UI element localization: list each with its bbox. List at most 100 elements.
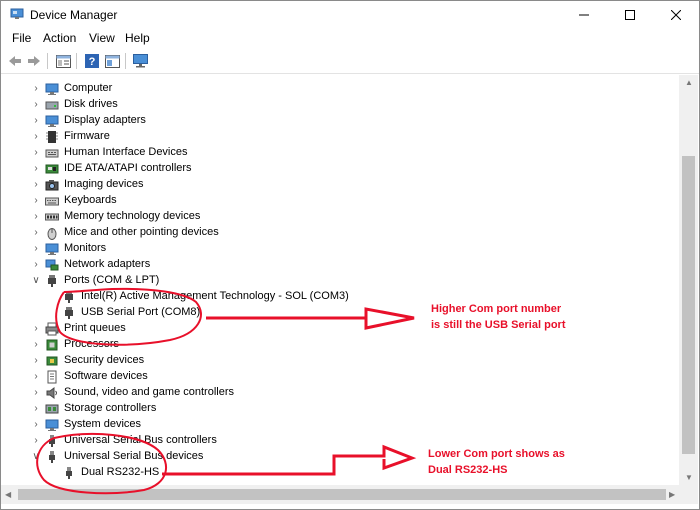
keyboard-icon <box>45 194 59 208</box>
tree-item-human-interface-devices[interactable]: › Human Interface Devices <box>1 145 677 161</box>
chevron-right-icon[interactable]: › <box>31 339 41 351</box>
tree-item-dual-rs232-hs[interactable]: Dual RS232-HS <box>1 465 677 481</box>
chevron-right-icon[interactable]: › <box>31 195 41 207</box>
chevron-right-icon[interactable]: › <box>31 371 41 383</box>
tree-item-label: Intel(R) Active Management Technology - … <box>81 290 349 302</box>
chevron-right-icon[interactable]: › <box>31 115 41 127</box>
sound-icon <box>45 386 59 400</box>
tree-item-display-adapters[interactable]: › Display adapters <box>1 113 677 129</box>
chevron-right-icon[interactable]: › <box>31 387 41 399</box>
tree-item-label: USB Serial Port (COM8) <box>81 306 201 318</box>
chevron-right-icon[interactable]: › <box>31 403 41 415</box>
scroll-left-icon[interactable]: ◀ <box>5 490 11 499</box>
tree-item-software-devices[interactable]: › Software devices <box>1 369 677 385</box>
processor-icon <box>45 338 59 352</box>
chevron-right-icon[interactable]: › <box>31 131 41 143</box>
chevron-right-icon[interactable]: › <box>31 435 41 447</box>
close-button[interactable] <box>653 1 699 28</box>
monitor-icon <box>45 242 59 256</box>
chevron-right-icon[interactable]: › <box>31 147 41 159</box>
tree-item-keyboards[interactable]: › Keyboards <box>1 193 677 209</box>
tree-item-ide-ata-atapi-controllers[interactable]: › IDE ATA/ATAPI controllers <box>1 161 677 177</box>
monitor-icon[interactable] <box>131 52 149 70</box>
tree-item-security-devices[interactable]: › Security devices <box>1 353 677 369</box>
properties-icon[interactable] <box>54 52 72 70</box>
chevron-down-icon[interactable]: ∨ <box>31 451 41 463</box>
tree-item-processors[interactable]: › Processors <box>1 337 677 353</box>
usb-icon <box>45 434 59 448</box>
scrollbar-corner <box>681 485 698 504</box>
tree-item-usb-serial-port-com8[interactable]: USB Serial Port (COM8) <box>1 305 677 321</box>
tree-item-imaging-devices[interactable]: › Imaging devices <box>1 177 677 193</box>
tree-item-sound-video-game-controllers[interactable]: › Sound, video and game controllers <box>1 385 677 401</box>
menu-help[interactable]: Help <box>125 31 150 45</box>
tree-item-firmware[interactable]: › Firmware <box>1 129 677 145</box>
back-icon[interactable] <box>6 52 24 70</box>
tree-item-monitors[interactable]: › Monitors <box>1 241 677 257</box>
tree-item-computer[interactable]: › Computer <box>1 81 677 97</box>
disk-drive-icon <box>45 98 59 112</box>
chevron-right-icon[interactable]: › <box>31 99 41 111</box>
window-title: Device Manager <box>30 8 118 22</box>
tree-item-mice-and-other-pointing-devices[interactable]: › Mice and other pointing devices <box>1 225 677 241</box>
tree-item-label: System devices <box>64 418 142 430</box>
vertical-scroll-thumb[interactable] <box>682 156 695 454</box>
device-manager-icon <box>10 8 24 20</box>
tree-item-network-adapters[interactable]: › Network adapters <box>1 257 677 273</box>
tree-item-intel-amt-sol-com3[interactable]: Intel(R) Active Management Technology - … <box>1 289 677 305</box>
tree-item-label: Ports (COM & LPT) <box>64 274 160 286</box>
title-bar[interactable]: Device Manager <box>1 1 699 28</box>
vertical-scrollbar[interactable]: ▲ ▼ <box>679 75 698 485</box>
usb-icon <box>45 450 59 464</box>
chevron-right-icon[interactable]: › <box>31 323 41 335</box>
tree-item-disk-drives[interactable]: › Disk drives <box>1 97 677 113</box>
tree-item-system-devices[interactable]: › System devices <box>1 417 677 433</box>
menu-action[interactable]: Action <box>43 31 76 45</box>
tree-item-usb-controllers[interactable]: › Universal Serial Bus controllers <box>1 433 677 449</box>
menu-file[interactable]: File <box>12 31 31 45</box>
chevron-down-icon[interactable]: ∨ <box>31 275 41 287</box>
console-tree-icon[interactable] <box>103 52 121 70</box>
computer-icon <box>45 82 59 96</box>
tree-item-label: Processors <box>64 338 120 350</box>
tree-item-label: Sound, video and game controllers <box>64 386 234 398</box>
maximize-button[interactable] <box>607 1 653 28</box>
tree-item-label: Memory technology devices <box>64 210 201 222</box>
chevron-right-icon[interactable]: › <box>31 243 41 255</box>
scroll-right-icon[interactable]: ▶ <box>669 490 675 499</box>
chevron-right-icon[interactable]: › <box>31 179 41 191</box>
tree-item-label: IDE ATA/ATAPI controllers <box>64 162 192 174</box>
chevron-right-icon[interactable]: › <box>31 227 41 239</box>
tree-item-usb-devices[interactable]: ∨ Universal Serial Bus devices <box>1 449 677 465</box>
scroll-down-icon[interactable]: ▼ <box>685 473 693 482</box>
chevron-right-icon[interactable]: › <box>31 211 41 223</box>
scroll-up-icon[interactable]: ▲ <box>685 78 693 87</box>
chevron-right-icon[interactable]: › <box>31 419 41 431</box>
tree-item-ports-com-lpt[interactable]: ∨ Ports (COM & LPT) <box>1 273 677 289</box>
toolbar: ? <box>1 49 699 74</box>
tree-item-label: Security devices <box>64 354 145 366</box>
horizontal-scrollbar[interactable]: ◀ ▶ <box>1 485 681 504</box>
chevron-right-icon[interactable]: › <box>31 163 41 175</box>
tree-item-label: Storage controllers <box>64 402 157 414</box>
chevron-right-icon[interactable]: › <box>31 355 41 367</box>
tree-item-print-queues[interactable]: › Print queues <box>1 321 677 337</box>
chevron-right-icon[interactable]: › <box>31 259 41 271</box>
tree-item-label: Universal Serial Bus controllers <box>64 434 217 446</box>
menu-view[interactable]: View <box>89 31 115 45</box>
tree-item-label: Keyboards <box>64 194 117 206</box>
tree-item-label: Dual RS232-HS <box>81 466 160 478</box>
tree-item-label: Universal Serial Bus devices <box>64 450 204 462</box>
horizontal-scroll-thumb[interactable] <box>18 489 666 500</box>
tree-item-label: Imaging devices <box>64 178 144 190</box>
ide-controller-icon <box>45 162 59 176</box>
tree-item-storage-controllers[interactable]: › Storage controllers <box>1 401 677 417</box>
minimize-button[interactable] <box>561 1 607 28</box>
tree-item-label: Display adapters <box>64 114 146 126</box>
system-icon <box>45 418 59 432</box>
help-icon[interactable]: ? <box>83 52 101 70</box>
chevron-right-icon[interactable]: › <box>31 83 41 95</box>
memory-icon <box>45 210 59 224</box>
tree-item-memory-technology-devices[interactable]: › Memory technology devices <box>1 209 677 225</box>
forward-icon[interactable] <box>25 52 43 70</box>
